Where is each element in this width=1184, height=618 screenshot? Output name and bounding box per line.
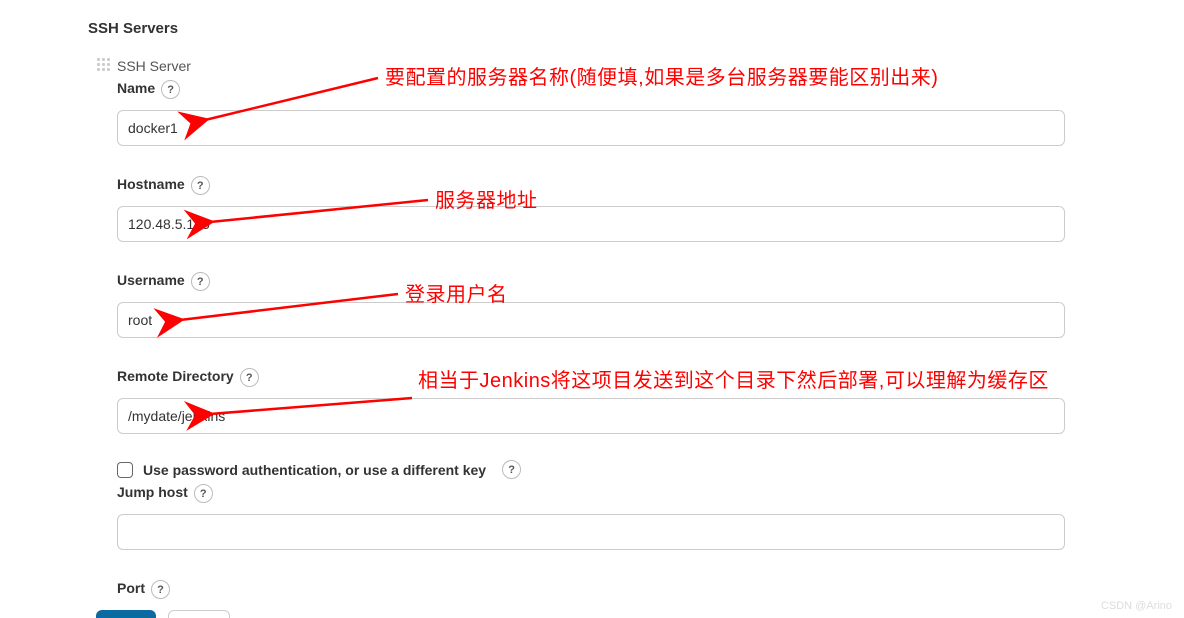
username-input[interactable] bbox=[117, 302, 1065, 338]
help-icon[interactable]: ? bbox=[191, 176, 210, 195]
name-input[interactable] bbox=[117, 110, 1065, 146]
use-password-auth-label: Use password authentication, or use a di… bbox=[143, 462, 486, 478]
help-icon[interactable]: ? bbox=[191, 272, 210, 291]
help-icon[interactable]: ? bbox=[151, 580, 170, 599]
watermark: CSDN @Arino bbox=[1101, 600, 1172, 612]
help-icon[interactable]: ? bbox=[502, 460, 521, 479]
annotation-name: 要配置的服务器名称(随便填,如果是多台服务器要能区别出来) bbox=[385, 65, 938, 91]
button-row bbox=[96, 610, 230, 618]
ssh-server-subtitle: SSH Server bbox=[117, 58, 191, 74]
remote-directory-input[interactable] bbox=[117, 398, 1065, 434]
name-label: Name? bbox=[117, 80, 180, 99]
page-root: SSH Servers SSH Server Name? Hostname? U… bbox=[0, 0, 1184, 618]
primary-button[interactable] bbox=[96, 610, 156, 618]
use-password-auth-row[interactable]: Use password authentication, or use a di… bbox=[117, 460, 521, 479]
checkbox-icon[interactable] bbox=[117, 462, 133, 478]
port-label: Port? bbox=[117, 580, 170, 599]
annotation-username: 登录用户名 bbox=[405, 282, 508, 308]
jump-host-label: Jump host? bbox=[117, 484, 213, 503]
help-icon[interactable]: ? bbox=[240, 368, 259, 387]
annotation-hostname: 服务器地址 bbox=[435, 188, 538, 214]
hostname-label: Hostname? bbox=[117, 176, 210, 195]
secondary-button[interactable] bbox=[168, 610, 230, 618]
annotation-remote-dir: 相当于Jenkins将这项目发送到这个目录下然后部署,可以理解为缓存区 bbox=[418, 368, 1078, 394]
drag-handle-icon[interactable] bbox=[97, 58, 111, 72]
help-icon[interactable]: ? bbox=[194, 484, 213, 503]
username-label: Username? bbox=[117, 272, 210, 291]
remote-directory-label: Remote Directory? bbox=[117, 368, 259, 387]
hostname-input[interactable] bbox=[117, 206, 1065, 242]
help-icon[interactable]: ? bbox=[161, 80, 180, 99]
section-title: SSH Servers bbox=[88, 20, 178, 37]
jump-host-input[interactable] bbox=[117, 514, 1065, 550]
